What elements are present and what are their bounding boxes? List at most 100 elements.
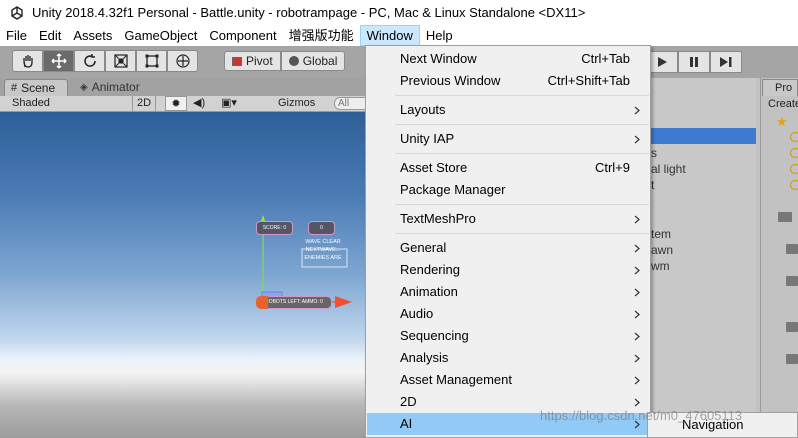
hierarchy-item[interactable]: t — [651, 178, 654, 192]
submenu-arrow-icon — [634, 332, 640, 341]
menu-item-sequencing[interactable]: Sequencing — [367, 325, 650, 347]
wave-text: WAVE CLEAR NEXTWAVE... ENEMIES ARE — [298, 238, 348, 262]
title-bar: Unity 2018.4.32f1 Personal - Battle.unit… — [0, 0, 798, 25]
hierarchy-item[interactable]: wm — [651, 259, 670, 273]
hud-bar-accent — [256, 296, 268, 309]
menu-separator — [395, 153, 649, 154]
submenu-arrow-icon — [634, 376, 640, 385]
menu-item-layouts[interactable]: Layouts — [367, 99, 650, 121]
score-ui-label[interactable]: SCORE: 0 — [256, 221, 293, 235]
counter-ui-label[interactable]: 0 — [308, 221, 335, 235]
hierarchy-item[interactable]: s — [651, 146, 657, 160]
menu-gameobject[interactable]: GameObject — [118, 25, 203, 46]
menu-item-asset-management[interactable]: Asset Management — [367, 369, 650, 391]
menu-assets[interactable]: Assets — [67, 25, 118, 46]
tab-animator[interactable]: ◈ Animator — [74, 79, 154, 96]
menu-separator — [395, 204, 649, 205]
menu-bar: File Edit Assets GameObject Component 增强… — [0, 25, 798, 46]
scene-audio-icon[interactable]: ◀) — [193, 96, 205, 111]
menu-item-rendering[interactable]: Rendering — [367, 259, 650, 281]
rect-icon — [145, 54, 158, 68]
tab-project[interactable]: Pro — [762, 79, 798, 96]
menu-component[interactable]: Component — [203, 25, 282, 46]
search-circle-icon — [790, 164, 798, 174]
window-title: Unity 2018.4.32f1 Personal - Battle.unit… — [32, 5, 586, 20]
hierarchy-item[interactable]: awn — [651, 243, 673, 257]
toggle-2d-button[interactable]: 2D — [132, 96, 156, 111]
play-icon — [658, 57, 667, 67]
submenu-arrow-icon — [634, 288, 640, 297]
hierarchy-item[interactable]: tem — [651, 227, 671, 241]
menu-separator — [395, 233, 649, 234]
menu-window[interactable]: Window — [359, 25, 420, 46]
pivot-icon — [232, 56, 242, 66]
hand-icon — [22, 55, 33, 68]
submenu-arrow-icon — [634, 398, 640, 407]
window-menu-dropdown: Next Window Ctrl+Tab Previous Window Ctr… — [365, 45, 651, 438]
favorites-star-icon: ★ — [776, 114, 788, 129]
menu-item-animation[interactable]: Animation — [367, 281, 650, 303]
move-icon — [50, 53, 67, 69]
rect-tool-button[interactable] — [136, 50, 167, 72]
hierarchy-selected-row[interactable] — [650, 128, 756, 144]
tab-scene[interactable]: # Scene — [4, 79, 68, 96]
pivot-label: Pivot — [246, 54, 273, 68]
global-button[interactable]: Global — [280, 51, 346, 71]
menu-item-asset-store[interactable]: Asset Store Ctrl+9 — [367, 157, 650, 179]
submenu-arrow-icon — [634, 215, 640, 224]
menu-item-previous-window[interactable]: Previous Window Ctrl+Shift+Tab — [367, 70, 650, 92]
animator-icon: ◈ — [80, 82, 88, 93]
step-icon — [720, 57, 732, 67]
menu-item-audio[interactable]: Audio — [367, 303, 650, 325]
scene-effects-icon[interactable]: ▣▾ — [221, 96, 237, 111]
folder-icon — [786, 244, 798, 254]
menu-separator — [395, 95, 649, 96]
transform-tools — [12, 50, 198, 72]
global-label: Global — [302, 54, 338, 68]
menu-item-textmeshpro[interactable]: TextMeshPro — [367, 208, 650, 230]
scene-view[interactable]: SCORE: 0 0 WAVE CLEAR NEXTWAVE... ENEMIE… — [0, 112, 370, 438]
menu-file[interactable]: File — [0, 25, 33, 46]
folder-icon — [786, 276, 798, 286]
menu-item-analysis[interactable]: Analysis — [367, 347, 650, 369]
menu-edit[interactable]: Edit — [33, 25, 67, 46]
globe-icon — [288, 56, 299, 66]
scene-lighting-icon[interactable]: ✹ — [165, 96, 187, 111]
step-button[interactable] — [710, 51, 742, 73]
menu-enhanced[interactable]: 增强版功能 — [283, 25, 360, 46]
submenu-arrow-icon — [634, 106, 640, 115]
scene-gizmo-overlay — [258, 215, 352, 308]
search-circle-icon — [790, 148, 798, 158]
shortcut-label: Ctrl+Shift+Tab — [547, 73, 630, 88]
shading-mode-dropdown[interactable]: Shaded — [12, 96, 50, 111]
gizmos-dropdown[interactable]: Gizmos — [278, 96, 315, 111]
scale-icon — [113, 54, 128, 68]
hierarchy-item[interactable]: al light — [651, 162, 686, 176]
transform-tool-button[interactable] — [167, 50, 198, 72]
project-create-button[interactable]: Create — [768, 98, 798, 110]
unity-logo-icon — [11, 5, 23, 20]
submenu-arrow-icon — [634, 244, 640, 253]
search-circle-icon — [790, 180, 798, 190]
playback-controls — [646, 51, 742, 73]
menu-item-unity-iap[interactable]: Unity IAP — [367, 128, 650, 150]
rotate-icon — [83, 54, 96, 67]
menu-item-next-window[interactable]: Next Window Ctrl+Tab — [367, 48, 650, 70]
menu-help[interactable]: Help — [420, 25, 459, 46]
folder-icon — [778, 212, 792, 222]
hand-tool-button[interactable] — [12, 50, 43, 72]
submenu-arrow-icon — [634, 266, 640, 275]
watermark-text: https://blog.csdn.net/m0_47605113 — [540, 408, 743, 423]
shortcut-label: Ctrl+Tab — [581, 51, 630, 66]
rotate-tool-button[interactable] — [74, 50, 105, 72]
menu-item-package-manager[interactable]: Package Manager — [367, 179, 650, 201]
pause-button[interactable] — [678, 51, 710, 73]
pivot-button[interactable]: Pivot — [224, 51, 281, 71]
pivot-global-group: Pivot Global — [224, 51, 346, 71]
scale-tool-button[interactable] — [105, 50, 136, 72]
submenu-arrow-icon — [634, 354, 640, 363]
menu-item-general[interactable]: General — [367, 237, 650, 259]
move-tool-button[interactable] — [43, 50, 74, 72]
wave-text-line2: NEXTWAVE... — [305, 247, 341, 253]
wave-text-line3: ENEMIES ARE — [304, 255, 342, 261]
